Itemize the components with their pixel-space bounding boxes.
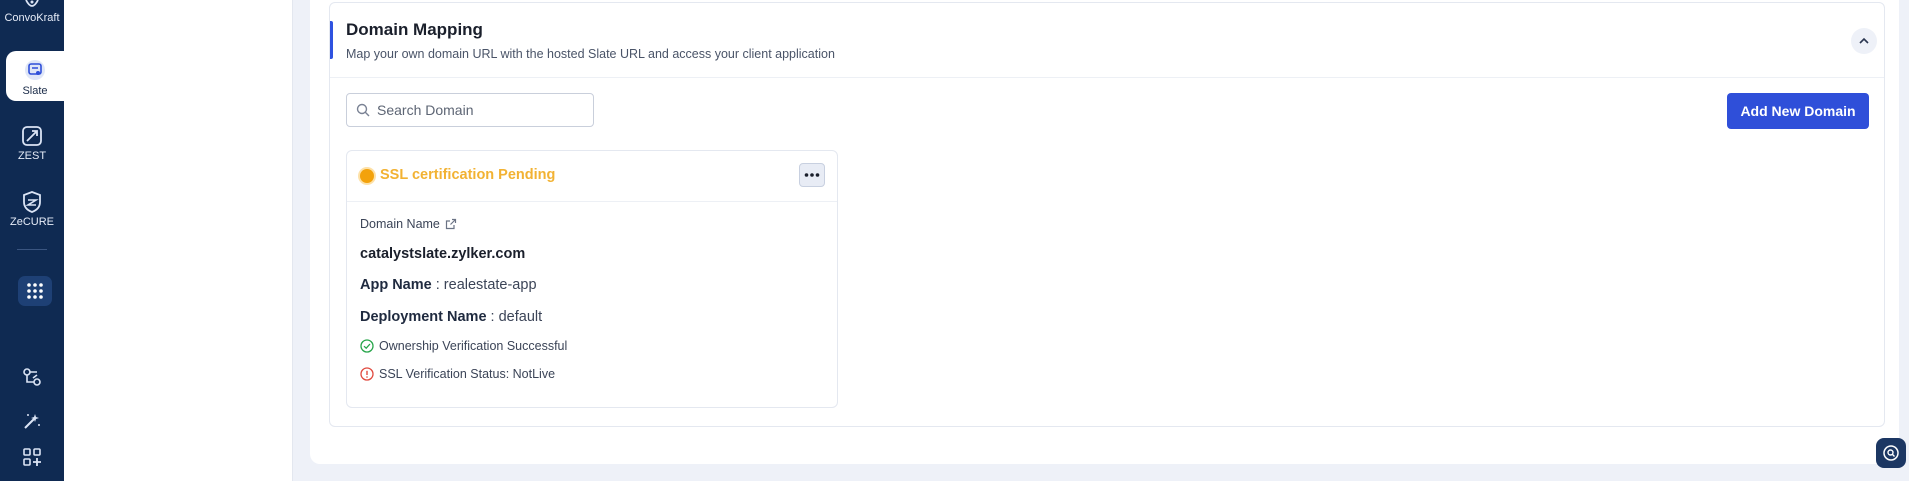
slate-icon: [25, 60, 45, 80]
domain-card-header: SSL certification Pending: [347, 151, 837, 202]
apps-grid-icon: [27, 283, 43, 299]
deployment-name-label: Deployment Name: [360, 309, 487, 325]
add-widget-icon: [23, 448, 41, 466]
collapse-section-button[interactable]: [1851, 28, 1877, 54]
rail-item-zest[interactable]: ZEST: [0, 124, 64, 162]
rail-item-zecure[interactable]: ZeCURE: [0, 190, 64, 228]
more-horizontal-icon: [804, 173, 820, 177]
section-subtitle: Map your own domain URL with the hosted …: [346, 47, 835, 61]
rail-divider: [17, 249, 47, 250]
search-domain-input[interactable]: [377, 94, 587, 126]
domain-name-value: catalystslate.zylker.com: [360, 246, 526, 262]
add-new-domain-button[interactable]: Add New Domain: [1727, 93, 1869, 129]
deployment-name-value: : default: [486, 309, 543, 325]
app-name-value: : realestate-app: [431, 277, 537, 293]
ssl-verification-text: SSL Verification Status: NotLive: [379, 367, 556, 381]
zest-icon: [22, 126, 42, 146]
add-widget-button[interactable]: [0, 446, 64, 468]
rail-item-convokraft[interactable]: ConvoKraft: [0, 0, 64, 24]
ssl-verification-row: SSL Verification Status: NotLive: [360, 367, 555, 381]
tools-icon: [24, 414, 40, 429]
rail-label: ZeCURE: [9, 216, 54, 228]
help-search-icon: [1883, 445, 1899, 461]
rail-label: Slate: [22, 85, 48, 97]
rail-item-slate[interactable]: Slate: [6, 51, 64, 101]
secondary-sidebar: [64, 0, 293, 481]
chevron-up-icon: [1859, 37, 1869, 44]
integrations-icon: [23, 368, 41, 386]
ownership-verification-text: Ownership Verification Successful: [379, 339, 568, 353]
domain-name-label-row: Domain Name: [360, 217, 457, 231]
section-title: Domain Mapping: [346, 20, 483, 39]
rail-label: ZEST: [17, 150, 47, 162]
rail-label: ConvoKraft: [4, 12, 60, 24]
more-options-button[interactable]: [799, 163, 825, 187]
domain-name-label: Domain Name: [360, 217, 440, 231]
section-header: Domain Mapping Map your own domain URL w…: [330, 3, 1884, 78]
alert-circle-icon: [360, 367, 374, 381]
app-name-row: App Name : realestate-app: [360, 277, 537, 293]
zecure-icon: [23, 191, 41, 213]
app-name-label: App Name: [360, 277, 432, 293]
external-link-icon[interactable]: [445, 218, 457, 230]
main-panel: Domain Mapping Map your own domain URL w…: [310, 0, 1899, 464]
section-accent-bar: [330, 21, 333, 59]
help-button[interactable]: [1876, 438, 1906, 468]
check-circle-icon: [360, 339, 374, 353]
convokraft-icon: [25, 0, 39, 7]
ownership-verification-row: Ownership Verification Successful: [360, 339, 567, 353]
left-nav-rail: ConvoKraft Slate ZEST ZeCURE: [0, 0, 64, 481]
apps-grid-button[interactable]: [18, 276, 52, 306]
domain-card: SSL certification Pending Domain Name ca…: [346, 150, 838, 408]
search-icon: [356, 103, 370, 117]
deployment-name-row: Deployment Name : default: [360, 309, 542, 325]
ssl-status-text: SSL certification Pending: [380, 167, 556, 183]
tools-button[interactable]: [0, 410, 64, 432]
search-domain-box: [346, 93, 594, 127]
integrations-button[interactable]: [0, 366, 64, 388]
pending-status-icon: [360, 169, 374, 183]
domain-mapping-section: Domain Mapping Map your own domain URL w…: [329, 2, 1885, 427]
